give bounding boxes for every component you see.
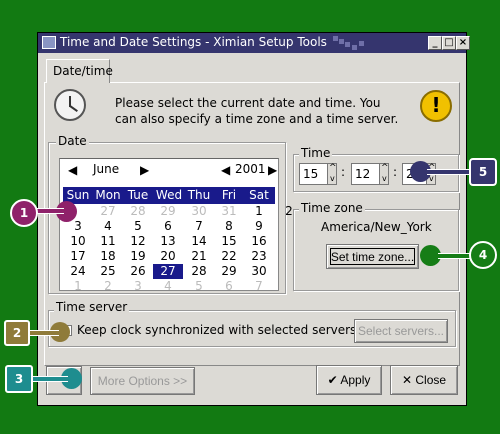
more-options-button[interactable]: More Options >> (90, 367, 195, 395)
calendar-day[interactable]: 1 (63, 279, 93, 294)
calendar-day[interactable]: 20 (153, 249, 183, 264)
calendar-day[interactable]: 14 (184, 234, 214, 249)
calendar-day[interactable]: 11 (93, 234, 123, 249)
intro-text: Please select the current date and time.… (115, 96, 399, 126)
calendar-day[interactable]: 2 (93, 279, 123, 294)
calendar-day[interactable]: 6 (153, 219, 183, 234)
calendar-day[interactable]: 5 (184, 279, 214, 294)
calendar-year: 2001 (235, 162, 266, 176)
weekday-label: Sat (249, 188, 269, 202)
hour-input[interactable]: 15 (299, 163, 327, 185)
previous-month-icon[interactable]: ◀ (68, 163, 77, 177)
calendar-day[interactable]: 3 (123, 279, 153, 294)
apply-label: Apply (340, 373, 371, 387)
calendar-day[interactable]: 30 (184, 204, 214, 219)
weekday-label: Thu (187, 188, 211, 202)
calendar-day[interactable]: 27 (93, 204, 123, 219)
titlebar: Time and Date Settings - Ximian Setup To… (38, 33, 470, 53)
calendar-day[interactable]: 12 (123, 234, 153, 249)
calendar-day[interactable]: 9 (244, 219, 274, 234)
titlebar-pattern (325, 35, 405, 51)
weekday-label: Tue (127, 188, 149, 202)
calendar-day[interactable]: 7 (244, 279, 274, 294)
window-title: Time and Date Settings - Ximian Setup To… (60, 35, 327, 49)
calendar-day[interactable]: 24 (63, 264, 93, 279)
window: Time and Date Settings - Ximian Setup To… (37, 32, 470, 406)
time-zone-frame-label: Time zone (299, 201, 365, 215)
calendar-day[interactable]: 8 (214, 219, 244, 234)
clock-icon (54, 89, 86, 121)
minute-stepper[interactable] (379, 163, 389, 185)
calendar-day[interactable]: 28 (123, 204, 153, 219)
minimize-icon[interactable]: _ (428, 36, 442, 50)
time-server-frame-label: Time server (54, 300, 130, 314)
calendar-day[interactable]: 5 (123, 219, 153, 234)
calendar-day[interactable]: 22 (214, 249, 244, 264)
close-label: Close (415, 373, 447, 387)
calendar-day[interactable]: 4 (153, 279, 183, 294)
select-servers-button[interactable]: Select servers... (354, 319, 448, 343)
calendar-day[interactable]: 31 (214, 204, 244, 219)
weekday-label: Mon (95, 188, 121, 202)
close-icon[interactable]: × (456, 36, 470, 50)
callout-number: 3 (5, 365, 33, 393)
calendar-day[interactable]: 16 (244, 234, 274, 249)
calendar-day[interactable]: 19 (123, 249, 153, 264)
calendar-day[interactable]: 4 (93, 219, 123, 234)
calendar-day[interactable]: 30 (244, 264, 274, 279)
tab-date-time[interactable]: Date/time (46, 59, 113, 83)
weekday-label: Sun (66, 188, 90, 202)
calendar-day[interactable]: 29 (153, 204, 183, 219)
maximize-icon[interactable]: □ (442, 36, 456, 50)
callout-number: 2 (4, 320, 30, 346)
set-time-zone-button[interactable]: Set time zone... (326, 244, 419, 269)
weekday-header: Sun Mon Tue Wed Thu Fri Sat (63, 187, 275, 204)
time-separator: : (393, 165, 398, 179)
calendar-day[interactable]: 17 (63, 249, 93, 264)
calendar-day[interactable]: 15 (214, 234, 244, 249)
next-month-icon[interactable]: ▶ (140, 163, 149, 177)
calendar-day[interactable]: 10 (63, 234, 93, 249)
calendar-day-selected[interactable]: 27 (153, 264, 183, 279)
time-separator: : (341, 165, 346, 179)
check-icon: ✔ (327, 373, 338, 387)
calendar-day[interactable]: 26 (123, 264, 153, 279)
time-zone-value: America/New_York (321, 220, 432, 234)
calendar[interactable]: ◀ June ▶ ◀ 2001 ▶ Sun Mon Tue Wed Thu Fr… (59, 158, 293, 294)
hour-stepper[interactable] (327, 163, 337, 185)
window-icon (42, 36, 56, 49)
close-button-icon: ✕ (401, 373, 413, 387)
next-year-icon[interactable]: ▶ (268, 163, 277, 177)
callout-number: 5 (469, 158, 497, 186)
key-icon: ! (420, 90, 452, 122)
calendar-day[interactable]: 29 (214, 264, 244, 279)
minute-input[interactable]: 12 (351, 163, 379, 185)
callout-number: 4 (469, 241, 497, 269)
calendar-day[interactable]: 7 (184, 219, 214, 234)
sync-checkbox-label: Keep clock synchronized with selected se… (77, 323, 357, 337)
date-frame-label: Date (56, 134, 89, 148)
calendar-day[interactable]: 21 (184, 249, 214, 264)
calendar-month: June (93, 162, 120, 176)
time-frame-label: Time (299, 146, 333, 160)
calendar-day[interactable]: 25 (93, 264, 123, 279)
weekday-label: Fri (221, 188, 237, 202)
calendar-day[interactable]: 1 (244, 204, 274, 219)
close-button[interactable]: ✕ Close (390, 365, 458, 395)
previous-year-icon[interactable]: ◀ (221, 163, 230, 177)
weekday-label: Wed (155, 188, 183, 202)
apply-button[interactable]: ✔ Apply (316, 365, 382, 395)
calendar-day[interactable]: 13 (153, 234, 183, 249)
calendar-day[interactable]: 28 (184, 264, 214, 279)
calendar-day[interactable]: 18 (93, 249, 123, 264)
callout-number: 1 (10, 199, 38, 227)
calendar-day[interactable]: 6 (214, 279, 244, 294)
calendar-day[interactable]: 23 (244, 249, 274, 264)
callout-line (31, 377, 68, 381)
calendar-header: ◀ June ▶ ◀ 2001 ▶ (60, 161, 278, 179)
